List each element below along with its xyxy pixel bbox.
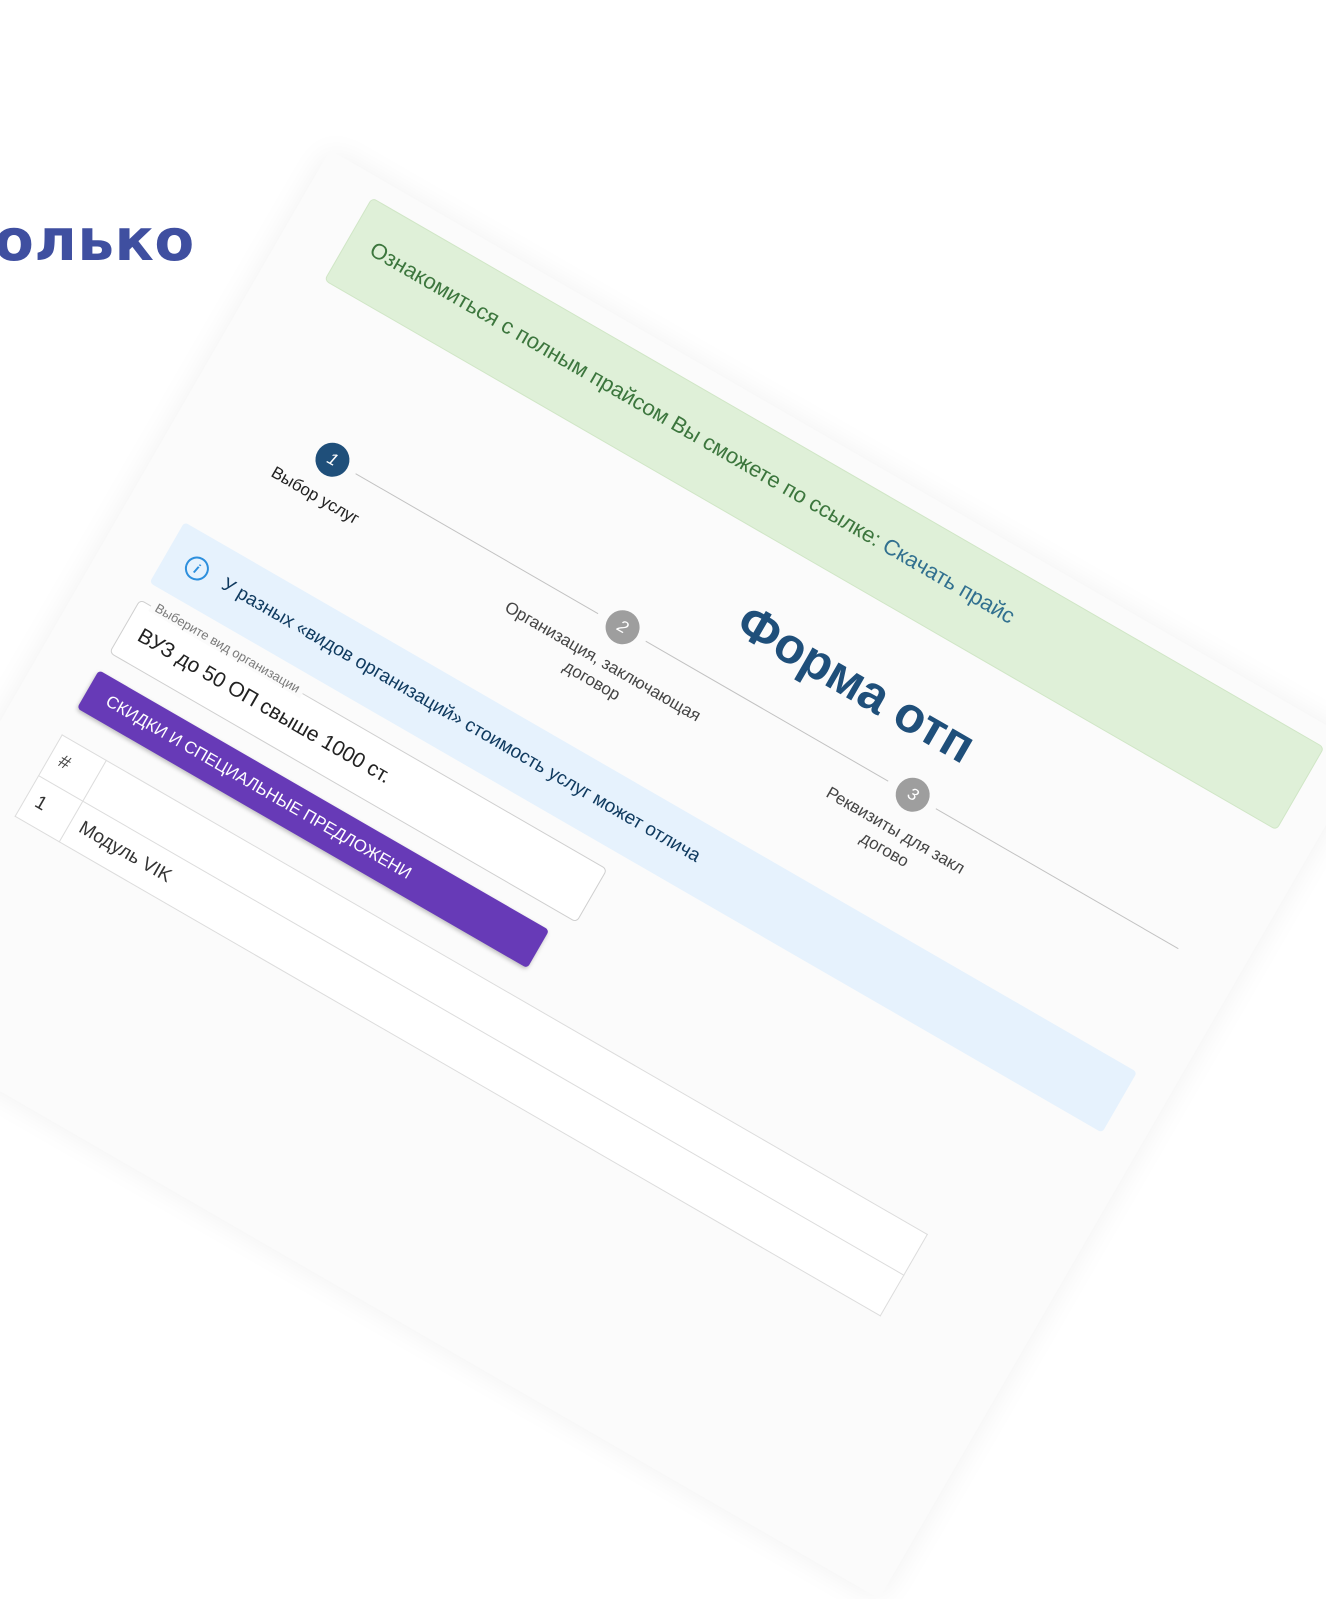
download-price-link[interactable]: Скачать прайс	[879, 533, 1020, 629]
step-1-circle[interactable]: 1	[309, 436, 356, 483]
step-3-circle[interactable]: 3	[889, 771, 936, 818]
form-screenshot-card: Ознакомиться с полным прайсом Вы сможете…	[0, 150, 1326, 1599]
step-2-circle[interactable]: 2	[599, 604, 646, 651]
info-icon: i	[180, 552, 214, 585]
step-2-label-line1: Организация, заключающая	[501, 597, 705, 726]
step-connector-1	[355, 473, 599, 615]
table-row[interactable]: 1 Модуль VIK	[15, 775, 904, 1316]
slide-heading: олько	[0, 206, 195, 274]
step-3-label-line1: Реквизиты для закл	[822, 783, 969, 878]
